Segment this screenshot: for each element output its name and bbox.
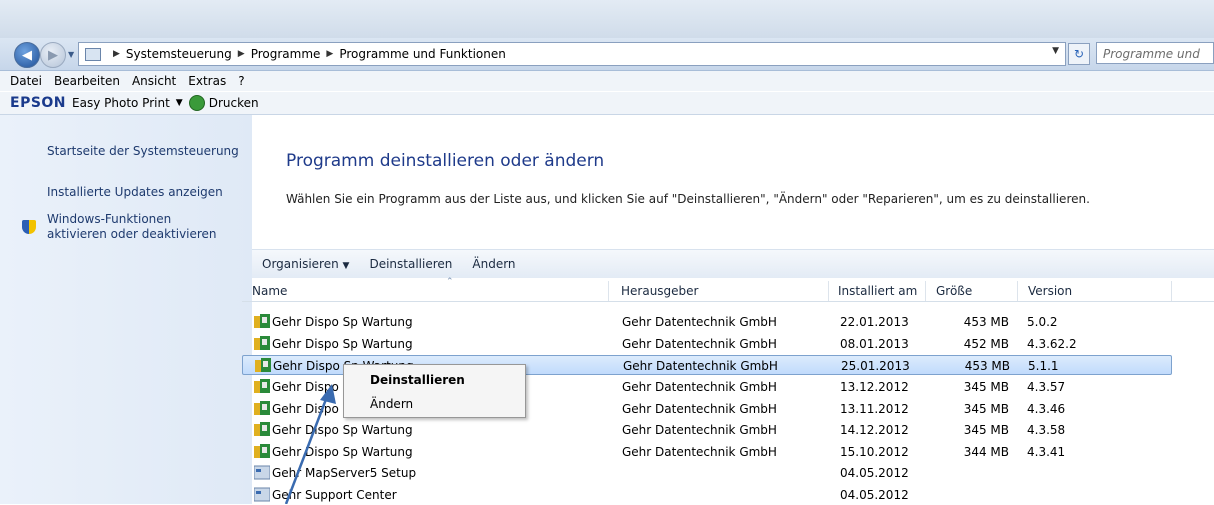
arrow-head-icon <box>320 384 336 404</box>
annotation-arrow-layer <box>284 384 336 504</box>
annotation-arrow <box>284 393 330 504</box>
